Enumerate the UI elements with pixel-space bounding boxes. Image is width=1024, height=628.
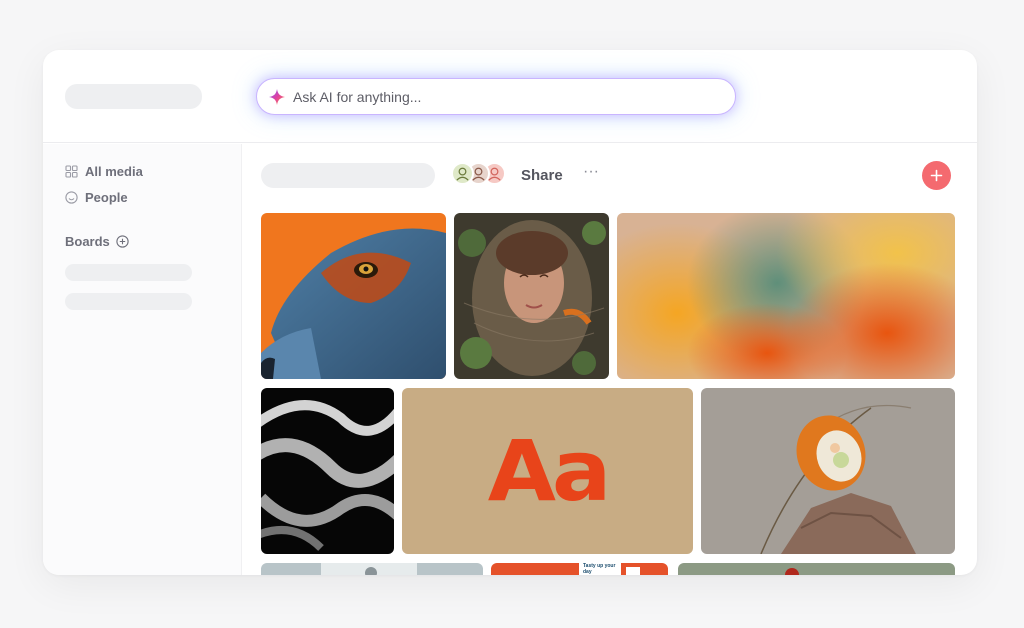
partial-image bbox=[261, 563, 483, 575]
boards-header: Boards bbox=[65, 234, 129, 249]
sidebar: All media People Boards bbox=[43, 144, 242, 575]
ai-search-bar[interactable] bbox=[256, 78, 736, 115]
sidebar-item-all-media[interactable]: All media bbox=[65, 164, 143, 179]
media-tile-face-in-water[interactable] bbox=[454, 213, 609, 379]
media-tile-promo[interactable]: Tasty up your day bbox=[491, 563, 668, 575]
sidebar-item-label: All media bbox=[85, 164, 143, 179]
media-tile-partial[interactable] bbox=[678, 563, 955, 575]
top-bar bbox=[43, 50, 977, 143]
dog-portrait-image bbox=[261, 213, 446, 379]
board-title-placeholder bbox=[261, 163, 435, 188]
logo-placeholder bbox=[65, 84, 202, 109]
sidebar-item-label: People bbox=[85, 190, 128, 205]
media-tile-partial[interactable] bbox=[261, 563, 483, 575]
board-item-placeholder[interactable] bbox=[65, 293, 192, 310]
grid-icon bbox=[65, 165, 78, 178]
sparkle-icon bbox=[269, 88, 285, 105]
media-tile-abstract-waves[interactable] bbox=[261, 388, 394, 554]
person-icon bbox=[456, 167, 469, 181]
avatar bbox=[451, 162, 474, 185]
media-tile-sushi-on-rock[interactable] bbox=[701, 388, 955, 554]
smiley-icon bbox=[65, 191, 78, 204]
add-media-button[interactable] bbox=[922, 161, 951, 190]
media-tile-dog-portrait[interactable] bbox=[261, 213, 446, 379]
blurred-flowers-image bbox=[617, 213, 955, 379]
board-item-placeholder[interactable] bbox=[65, 264, 192, 281]
promo-image bbox=[491, 563, 668, 575]
typography-sample: Aa bbox=[487, 422, 612, 520]
main-content: Share ··· Aa Tasty up your day bbox=[243, 144, 977, 575]
media-tile-typography[interactable]: Aa bbox=[402, 388, 693, 554]
add-board-icon[interactable] bbox=[116, 235, 129, 248]
ai-search-input[interactable] bbox=[293, 88, 713, 105]
share-button[interactable]: Share bbox=[521, 167, 563, 184]
partial-image bbox=[678, 563, 955, 575]
sidebar-item-people[interactable]: People bbox=[65, 190, 128, 205]
collaborator-avatars[interactable] bbox=[451, 162, 511, 186]
plus-icon bbox=[930, 169, 943, 182]
more-options-button[interactable]: ··· bbox=[580, 163, 602, 185]
abstract-waves-image bbox=[261, 388, 394, 554]
media-tile-blurred-flowers[interactable] bbox=[617, 213, 955, 379]
face-in-water-image bbox=[454, 213, 609, 379]
boards-label: Boards bbox=[65, 234, 110, 249]
app-window: All media People Boards bbox=[43, 50, 977, 575]
promo-caption: Tasty up your day bbox=[583, 563, 616, 575]
sushi-on-rock-image bbox=[701, 388, 955, 554]
